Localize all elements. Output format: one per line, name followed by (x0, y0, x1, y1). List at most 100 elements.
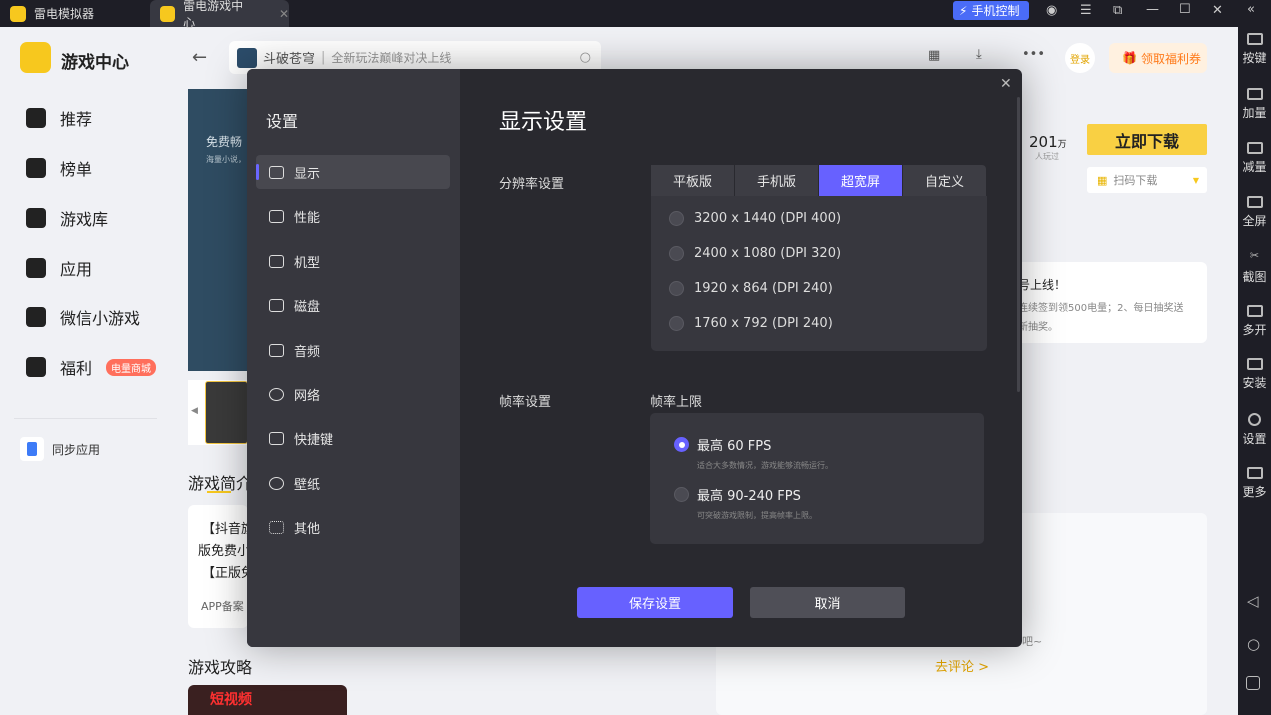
save-settings-button[interactable]: 保存设置 (577, 587, 733, 618)
home-icon (26, 108, 46, 128)
app-title: 游戏中心 (61, 53, 129, 73)
collapse-toolbar-icon[interactable]: « (1247, 2, 1255, 17)
radio-button[interactable] (669, 246, 684, 261)
settings-nav-wallpaper[interactable]: 壁纸 (256, 466, 450, 500)
settings-nav-display[interactable]: 显示 (256, 155, 450, 189)
notice-title: 号上线！ (1018, 278, 1067, 292)
toolbar-install-apk[interactable]: 安装 (1238, 358, 1271, 391)
resolution-tab-phone[interactable]: 手机版 (735, 165, 818, 196)
settings-nav-disk[interactable]: 磁盘 (256, 288, 450, 322)
scrollbar[interactable] (1017, 97, 1020, 392)
sync-apps-button[interactable]: 同步应用 (20, 437, 100, 461)
settings-nav-network[interactable]: 网络 (256, 377, 450, 411)
fullscreen-icon (1246, 196, 1263, 208)
go-comment-link[interactable]: 去评论 > (935, 656, 989, 675)
coupon-button[interactable]: 🎁 领取福利券 (1109, 43, 1207, 73)
menu-icon[interactable]: ☰ (1080, 3, 1092, 18)
resolution-option[interactable]: 3200 x 1440 (DPI 400) (669, 211, 841, 226)
settings-nav: 设置 显示 性能 机型 磁盘 音频 网络 快捷键 壁纸 其他 (247, 69, 460, 647)
sidebar-item-wechat-games[interactable]: 微信小游戏 (26, 305, 140, 329)
download-icon[interactable]: ⤓ (976, 47, 982, 62)
fps-option-desc: 可突破游戏限制，提高帧率上限。 (697, 511, 817, 520)
resolution-tab-ultrawide[interactable]: 超宽屏 (819, 165, 902, 196)
toolbar-settings[interactable]: 设置 (1238, 413, 1271, 447)
phone-control-button[interactable]: ⚡ 手机控制 (953, 1, 1029, 20)
radio-button-selected[interactable] (674, 437, 689, 452)
fps-option-60[interactable]: 最高 60 FPS (674, 435, 771, 454)
sidebar-item-ranking[interactable]: 榜单 (26, 156, 92, 180)
sidebar-item-recommend[interactable]: 推荐 (26, 106, 92, 130)
radio-button[interactable] (669, 316, 684, 331)
guide-thumbnail[interactable]: 短视频 (188, 685, 347, 715)
fps-label: 帧率设置 (499, 395, 552, 410)
radio-button[interactable] (674, 487, 689, 502)
qr-download-dropdown[interactable]: ▦ 扫码下载 ▼ (1087, 167, 1207, 193)
prev-arrow-icon[interactable]: ◀ (191, 406, 198, 416)
android-home-icon[interactable]: ○ (1247, 635, 1260, 653)
sidebar-item-apps[interactable]: 应用 (26, 256, 92, 280)
restore-window-icon[interactable]: ⧉ (1113, 3, 1122, 18)
resolution-options: 3200 x 1440 (DPI 400) 2400 x 1080 (DPI 3… (651, 196, 987, 351)
more-icon[interactable]: ••• (1022, 47, 1045, 62)
toolbar-keymap[interactable]: 按键 (1238, 33, 1271, 66)
performance-icon (269, 209, 284, 223)
back-arrow-icon[interactable]: ← (192, 47, 207, 68)
cancel-button[interactable]: 取消 (750, 587, 905, 618)
resolution-option[interactable]: 1760 x 792 (DPI 240) (669, 316, 833, 331)
maximize-icon[interactable]: ☐ (1179, 2, 1191, 17)
close-dialog-icon[interactable]: ✕ (1000, 76, 1012, 92)
grid-icon (269, 520, 284, 534)
resolution-tab-tablet[interactable]: 平板版 (651, 165, 734, 196)
lightning-icon: ⚡ (959, 3, 968, 18)
display-settings-heading: 显示设置 (499, 110, 588, 135)
search-icon[interactable]: ○ (580, 50, 591, 65)
fps-option-240[interactable]: 最高 90-240 FPS (674, 485, 801, 504)
settings-nav-other[interactable]: 其他 (256, 510, 450, 544)
toolbar-more[interactable]: 更多 (1238, 467, 1271, 500)
tab-game-center[interactable]: 雷电游戏中心 ✕ (150, 0, 289, 30)
settings-nav-model[interactable]: 机型 (256, 244, 450, 278)
login-button[interactable]: 登录 (1065, 43, 1095, 73)
resolution-option[interactable]: 2400 x 1080 (DPI 320) (669, 246, 841, 261)
phone-control-label: 手机控制 (971, 4, 1020, 18)
resolution-label: 3200 x 1440 (DPI 400) (694, 211, 842, 226)
gamepad-icon (269, 343, 284, 357)
settings-title: 设置 (266, 112, 299, 131)
thumbnail[interactable] (205, 381, 248, 444)
settings-nav-audio[interactable]: 音频 (256, 333, 450, 367)
fps-option-label: 最高 90-240 FPS (697, 489, 801, 504)
radio-button[interactable] (669, 211, 684, 226)
close-tab-icon[interactable]: ✕ (279, 7, 289, 21)
toolbar-fullscreen[interactable]: 全屏 (1238, 196, 1271, 229)
toolbar-volume-down[interactable]: 减量 (1238, 142, 1271, 175)
radio-button[interactable] (669, 281, 684, 296)
user-icon[interactable]: ◉ (1046, 3, 1057, 18)
sidebar-label: 推荐 (60, 110, 93, 129)
download-now-button[interactable]: 立即下载 (1087, 124, 1207, 155)
toolbar-volume-up[interactable]: 加量 (1238, 88, 1271, 121)
coupon-label: 领取福利券 (1140, 51, 1201, 66)
mini-game-icon (26, 307, 46, 327)
minimize-icon[interactable]: — (1146, 2, 1159, 17)
scissors-icon: ✂ (1249, 249, 1260, 262)
sidebar-item-welfare[interactable]: 福利 电量商城 (26, 355, 157, 379)
tab-label: 雷电模拟器 (34, 7, 95, 21)
thumbnail-strip[interactable]: ◀ (188, 380, 248, 445)
toolbar-label: 按键 (1242, 51, 1267, 65)
game-center-logo-icon (160, 5, 176, 22)
toolbar-label: 全屏 (1242, 214, 1267, 228)
tab-emulator[interactable]: 雷电模拟器 (0, 0, 150, 27)
calendar-icon[interactable]: ▦ (928, 48, 940, 63)
android-back-icon[interactable]: ◁ (1247, 592, 1259, 610)
toolbar-label: 减量 (1242, 160, 1267, 174)
resolution-option[interactable]: 1920 x 864 (DPI 240) (669, 281, 833, 296)
close-window-icon[interactable]: ✕ (1212, 3, 1223, 18)
toolbar-screenshot[interactable]: ✂ 截图 (1238, 250, 1271, 285)
android-recents-icon[interactable] (1246, 676, 1260, 690)
players-label: 人玩过 (1035, 152, 1059, 161)
settings-nav-performance[interactable]: 性能 (256, 199, 450, 233)
sidebar-item-game-library[interactable]: 游戏库 (26, 206, 108, 230)
resolution-tab-custom[interactable]: 自定义 (903, 165, 986, 196)
toolbar-multi-instance[interactable]: 多开 (1238, 305, 1271, 338)
settings-nav-shortcuts[interactable]: 快捷键 (256, 421, 450, 455)
